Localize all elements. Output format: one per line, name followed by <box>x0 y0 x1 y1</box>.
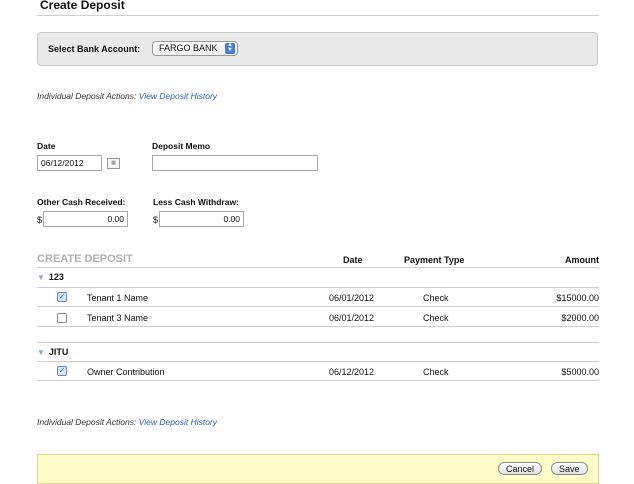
group-header-jitu[interactable]: ▼ JITU <box>37 347 68 357</box>
row-payment-type: Check <box>423 313 449 323</box>
column-header-amount: Amount <box>565 255 599 265</box>
column-header-payment-type: Payment Type <box>404 255 465 265</box>
row-amount: $15000.00 <box>556 293 599 303</box>
row-payment-type: Check <box>423 293 449 303</box>
view-deposit-history-link[interactable]: View Deposit History <box>139 91 217 101</box>
group-divider <box>37 342 599 343</box>
cancel-button[interactable]: Cancel <box>498 462 543 475</box>
save-button[interactable]: Save <box>551 462 588 475</box>
calendar-icon[interactable]: ▦ <box>107 158 120 169</box>
bank-account-label: Select Bank Account: <box>48 44 141 54</box>
bank-account-value: FARGO BANK <box>159 43 218 53</box>
expand-triangle-icon: ▼ <box>37 273 45 282</box>
deposit-actions-top: Individual Deposit Actions: View Deposit… <box>37 91 217 101</box>
less-cash-label: Less Cash Withdraw: <box>153 197 239 207</box>
other-cash-label: Other Cash Received: <box>37 197 126 207</box>
row-divider <box>37 380 599 381</box>
row-amount: $2000.00 <box>561 313 599 323</box>
less-cash-input[interactable]: 0.00 <box>159 211 244 227</box>
row-divider <box>37 287 599 288</box>
deposit-actions-bottom: Individual Deposit Actions: View Deposit… <box>37 417 217 427</box>
title-divider <box>37 15 599 16</box>
deposit-actions-label: Individual Deposit Actions: <box>37 417 137 427</box>
date-input[interactable]: 06/12/2012 <box>37 155 102 171</box>
row-date: 06/01/2012 <box>329 313 375 323</box>
row-date: 06/01/2012 <box>329 293 375 303</box>
row-date: 06/12/2012 <box>329 367 375 377</box>
other-cash-input[interactable]: 0.00 <box>43 211 128 227</box>
bank-account-select[interactable]: FARGO BANK ▲ ▼ <box>152 41 238 56</box>
date-label: Date <box>37 141 56 151</box>
row-checkbox[interactable]: ✓ <box>57 292 67 302</box>
select-arrows-icon: ▲ ▼ <box>225 42 235 54</box>
row-amount: $5000.00 <box>561 367 599 377</box>
table-header-divider <box>37 267 599 268</box>
deposit-memo-input[interactable] <box>152 155 318 171</box>
column-header-date: Date <box>343 255 363 265</box>
group-name: JITU <box>48 347 69 357</box>
deposit-memo-label: Deposit Memo <box>152 141 211 151</box>
row-name: Tenant 1 Name <box>87 293 149 303</box>
row-payment-type: Check <box>423 367 449 377</box>
row-divider <box>37 306 599 307</box>
create-deposit-section-title: CREATE DEPOSIT <box>37 253 133 265</box>
page-title: Create Deposit <box>40 0 125 12</box>
row-checkbox[interactable] <box>57 313 67 323</box>
bank-account-panel: Select Bank Account: FARGO BANK ▲ ▼ <box>37 32 598 66</box>
row-divider <box>37 326 599 327</box>
row-name: Owner Contribution <box>87 367 165 377</box>
expand-triangle-icon: ▼ <box>37 348 45 357</box>
less-cash-currency: $ <box>153 215 159 225</box>
group-name: 123 <box>48 272 64 282</box>
row-name: Tenant 3 Name <box>87 313 149 323</box>
deposit-actions-label: Individual Deposit Actions: <box>37 91 137 101</box>
row-checkbox[interactable]: ✓ <box>57 366 67 376</box>
group-header-123[interactable]: ▼ 123 <box>37 272 64 282</box>
other-cash-currency: $ <box>37 215 43 225</box>
row-divider <box>37 361 599 362</box>
action-footer: Cancel Save <box>37 454 599 484</box>
view-deposit-history-link[interactable]: View Deposit History <box>139 417 217 427</box>
